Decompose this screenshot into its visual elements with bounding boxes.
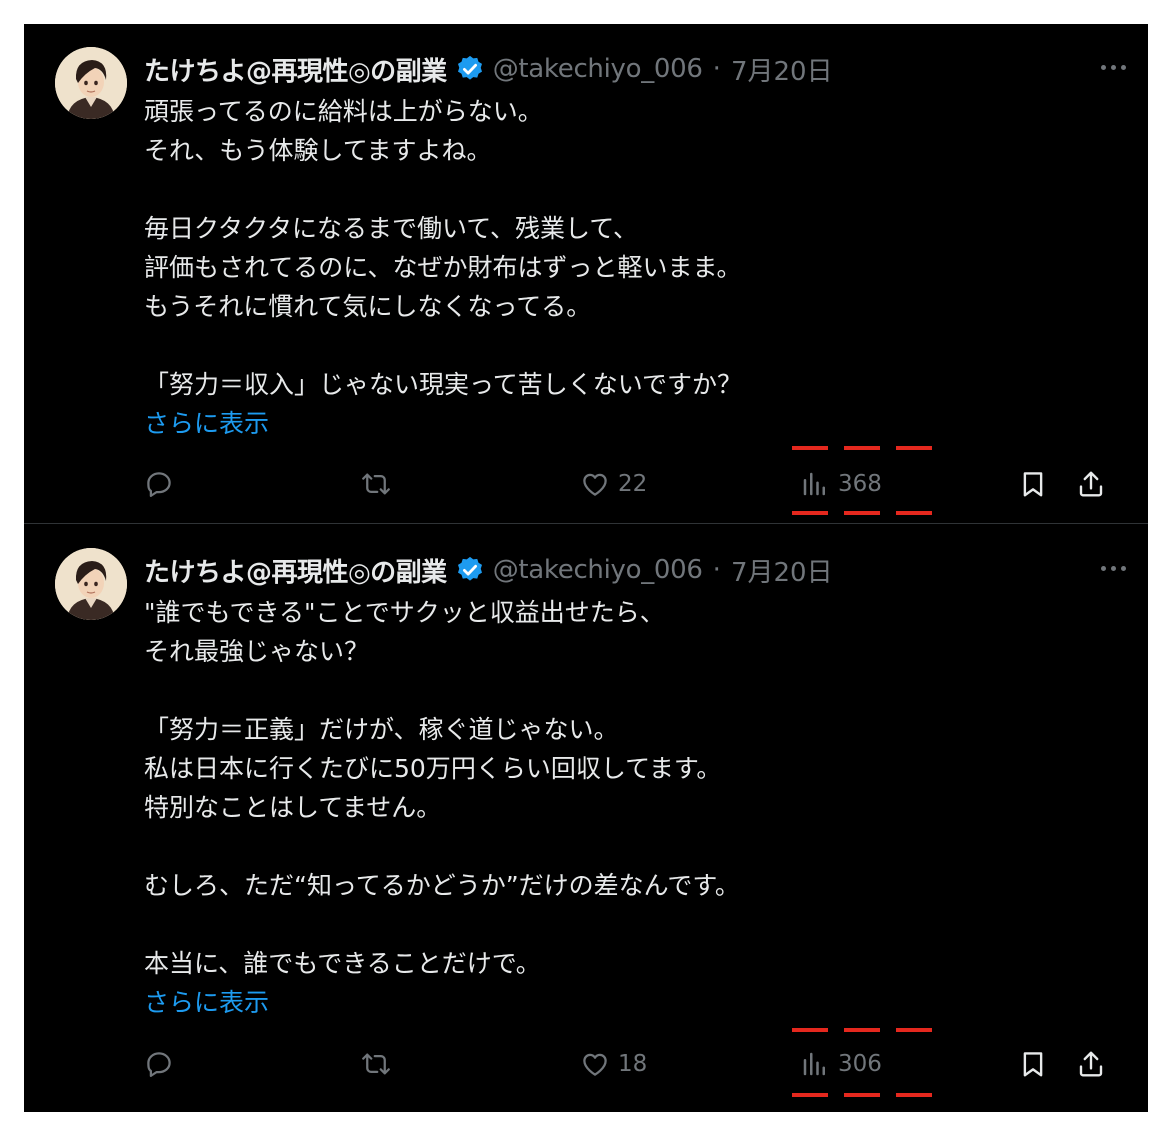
author-name[interactable]: たけちよ@再現性◎の副業 — [144, 51, 447, 88]
post[interactable]: たけちよ@再現性◎の副業 @takechiyo_006 · 7月20日 "誰でも… — [24, 525, 1148, 1112]
views-count: 306 — [838, 1051, 882, 1077]
retweet-icon — [362, 473, 390, 495]
more-icon[interactable] — [1096, 52, 1130, 82]
text-line: 評価もされてるのに、なぜか財布はずっと軽いまま。 — [144, 253, 742, 282]
retweet-button[interactable] — [361, 464, 391, 504]
like-button[interactable]: 18 — [580, 1044, 647, 1084]
post-text: "誰でもできる"ことでサクッと収益出せたら、 それ最強じゃない？ 「努力＝正義」… — [144, 593, 1108, 1022]
text-line: もうそれに慣れて気にしなくなってる。 — [144, 292, 592, 321]
more-icon[interactable] — [1096, 553, 1130, 583]
annotation-dashes-top — [792, 1028, 932, 1032]
author-handle[interactable]: @takechiyo_006 — [493, 555, 703, 585]
action-bar: 18 306 — [24, 1044, 1148, 1084]
text-line — [144, 326, 1108, 365]
bookmark-icon — [1023, 472, 1043, 497]
text-line: 毎日クタクタになるまで働いて、残業して、 — [144, 214, 639, 243]
annotation-dashes-top — [792, 446, 932, 450]
post-header: たけちよ@再現性◎の副業 @takechiyo_006 · 7月20日 — [144, 49, 1128, 89]
like-count: 22 — [618, 471, 648, 497]
text-line — [144, 671, 1108, 710]
annotation-dashes-bottom — [792, 1093, 932, 1097]
text-line: むしろ、ただ“知ってるかどうか”だけの差なんです。 — [144, 871, 740, 900]
text-line: それ、もう体験してますよね。 — [144, 136, 492, 165]
reply-icon — [147, 1052, 171, 1077]
text-line: それ最強じゃない？ — [144, 637, 370, 666]
avatar[interactable] — [55, 548, 127, 620]
post-date[interactable]: 7月20日 — [731, 51, 833, 88]
post-date[interactable]: 7月20日 — [731, 552, 833, 589]
views-button[interactable]: 368 — [800, 464, 882, 504]
share-icon — [1079, 471, 1103, 497]
avatar-image — [55, 548, 127, 620]
text-line: 私は日本に行くたびに50万円くらい回収してます。 — [144, 754, 722, 783]
author-handle[interactable]: @takechiyo_006 — [493, 54, 703, 84]
show-more-link[interactable]: さらに表示 — [144, 983, 1108, 1022]
like-icon — [583, 1053, 607, 1076]
verified-icon — [455, 54, 485, 84]
reply-button[interactable] — [144, 1044, 174, 1084]
share-button[interactable] — [1076, 464, 1106, 504]
views-count: 368 — [838, 471, 882, 497]
avatar[interactable] — [55, 47, 127, 119]
text-line — [144, 905, 1108, 944]
text-line: 本当に、誰でもできることだけで。 — [144, 949, 541, 978]
share-button[interactable] — [1076, 1044, 1106, 1084]
text-line: 頑張ってるのに給料は上がらない。 — [144, 97, 543, 126]
share-icon — [1079, 1051, 1103, 1077]
separator-dot: · — [712, 555, 721, 585]
text-line — [144, 827, 1108, 866]
views-button[interactable]: 306 — [800, 1044, 882, 1084]
timeline: たけちよ@再現性◎の副業 @takechiyo_006 · 7月20日 頑張って… — [24, 24, 1148, 1112]
text-line — [144, 170, 1108, 209]
show-more-link[interactable]: さらに表示 — [144, 404, 1108, 443]
text-line: 「努力＝収入」じゃない現実って苦しくないですか？ — [144, 370, 743, 399]
retweet-icon — [362, 1053, 390, 1075]
like-icon — [583, 473, 607, 496]
like-button[interactable]: 22 — [580, 464, 647, 504]
retweet-button[interactable] — [361, 1044, 391, 1084]
verified-icon — [455, 555, 485, 585]
action-bar: 22 368 — [24, 464, 1148, 504]
reply-button[interactable] — [144, 464, 174, 504]
avatar-image — [55, 47, 127, 119]
post-text: 頑張ってるのに給料は上がらない。 それ、もう体験してますよね。 毎日クタクタにな… — [144, 92, 1108, 443]
bookmark-button[interactable] — [1018, 464, 1048, 504]
bookmark-icon — [1023, 1052, 1043, 1077]
annotation-dashes-bottom — [792, 511, 932, 515]
author-name[interactable]: たけちよ@再現性◎の副業 — [144, 552, 447, 589]
views-icon — [803, 472, 825, 496]
post-header: たけちよ@再現性◎の副業 @takechiyo_006 · 7月20日 — [144, 550, 1128, 590]
reply-icon — [147, 472, 171, 497]
separator-dot: · — [712, 54, 721, 84]
like-count: 18 — [618, 1051, 648, 1077]
text-line: 「努力＝正義」だけが、稼ぐ道じゃない。 — [144, 715, 619, 744]
text-line: 特別なことはしてません。 — [144, 793, 442, 822]
text-line: "誰でもできる"ことでサクッと収益出せたら、 — [144, 598, 665, 627]
bookmark-button[interactable] — [1018, 1044, 1048, 1084]
post[interactable]: たけちよ@再現性◎の副業 @takechiyo_006 · 7月20日 頑張って… — [24, 24, 1148, 524]
views-icon — [803, 1052, 825, 1076]
